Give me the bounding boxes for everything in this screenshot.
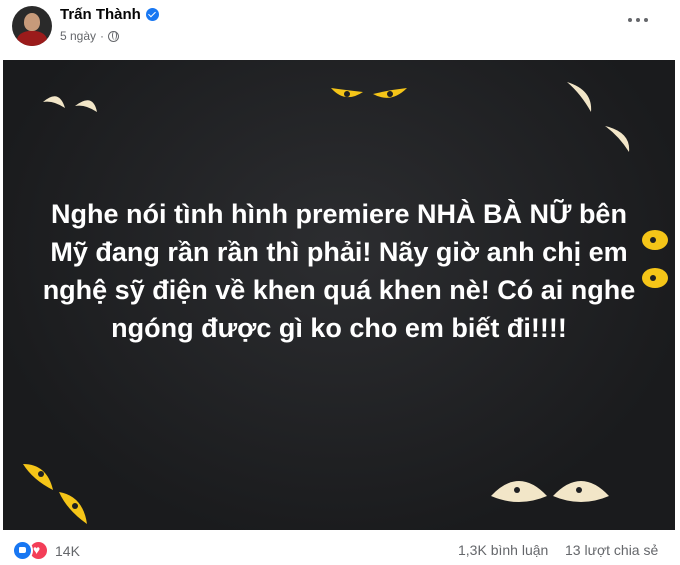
eye-shape: [43, 96, 65, 108]
meta-separator: ·: [100, 29, 105, 43]
avatar-body: [17, 31, 47, 46]
shares-count[interactable]: 13 lượt chia sẻ: [565, 542, 658, 558]
author-row: Trấn Thành: [60, 6, 159, 23]
post-footer: 14K 1,3K bình luận 13 lượt chia sẻ: [0, 530, 680, 565]
globe-icon[interactable]: [108, 30, 120, 42]
post-text: Nghe nói tình hình premiere NHÀ BÀ NỮ bê…: [42, 199, 636, 343]
author-name[interactable]: Trấn Thành: [60, 6, 141, 23]
eye-shape: [75, 100, 97, 112]
verified-badge-icon: [145, 8, 159, 21]
eye-pupil: [650, 237, 656, 243]
eye-shape: [605, 126, 630, 152]
post-meta: 5 ngày ·: [60, 29, 120, 43]
eye-shape: [567, 82, 592, 112]
eye-pupil: [344, 91, 350, 97]
eye-pair-bottom-right: [491, 481, 609, 502]
eye-pupil: [387, 91, 393, 97]
eye-shape: [23, 464, 53, 490]
eye-pair-top-right: [567, 82, 630, 152]
eye-pair-top-center: [331, 88, 407, 98]
eye-pair-bottom-left: [23, 464, 87, 524]
comments-count[interactable]: 1,3K bình luận: [458, 542, 548, 558]
avatar-head: [24, 13, 40, 31]
eye-pupil: [72, 503, 78, 509]
post-content[interactable]: Nghe nói tình hình premiere NHÀ BÀ NỮ bê…: [3, 60, 675, 530]
eye-pupil: [576, 487, 582, 493]
avatar[interactable]: [12, 6, 52, 46]
reaction-count[interactable]: 14K: [55, 543, 80, 559]
like-icon: [12, 540, 33, 561]
eye-pupil: [514, 487, 520, 493]
reactions-summary[interactable]: 14K: [12, 540, 80, 561]
eye-pupil: [38, 471, 44, 477]
eye-pair-right: [642, 230, 668, 288]
post-time[interactable]: 5 ngày: [60, 29, 96, 43]
eye-pair-top-left: [43, 96, 97, 112]
post-header: Trấn Thành 5 ngày ·: [0, 0, 680, 58]
eye-pupil: [650, 275, 656, 281]
more-options-icon[interactable]: [620, 8, 656, 32]
